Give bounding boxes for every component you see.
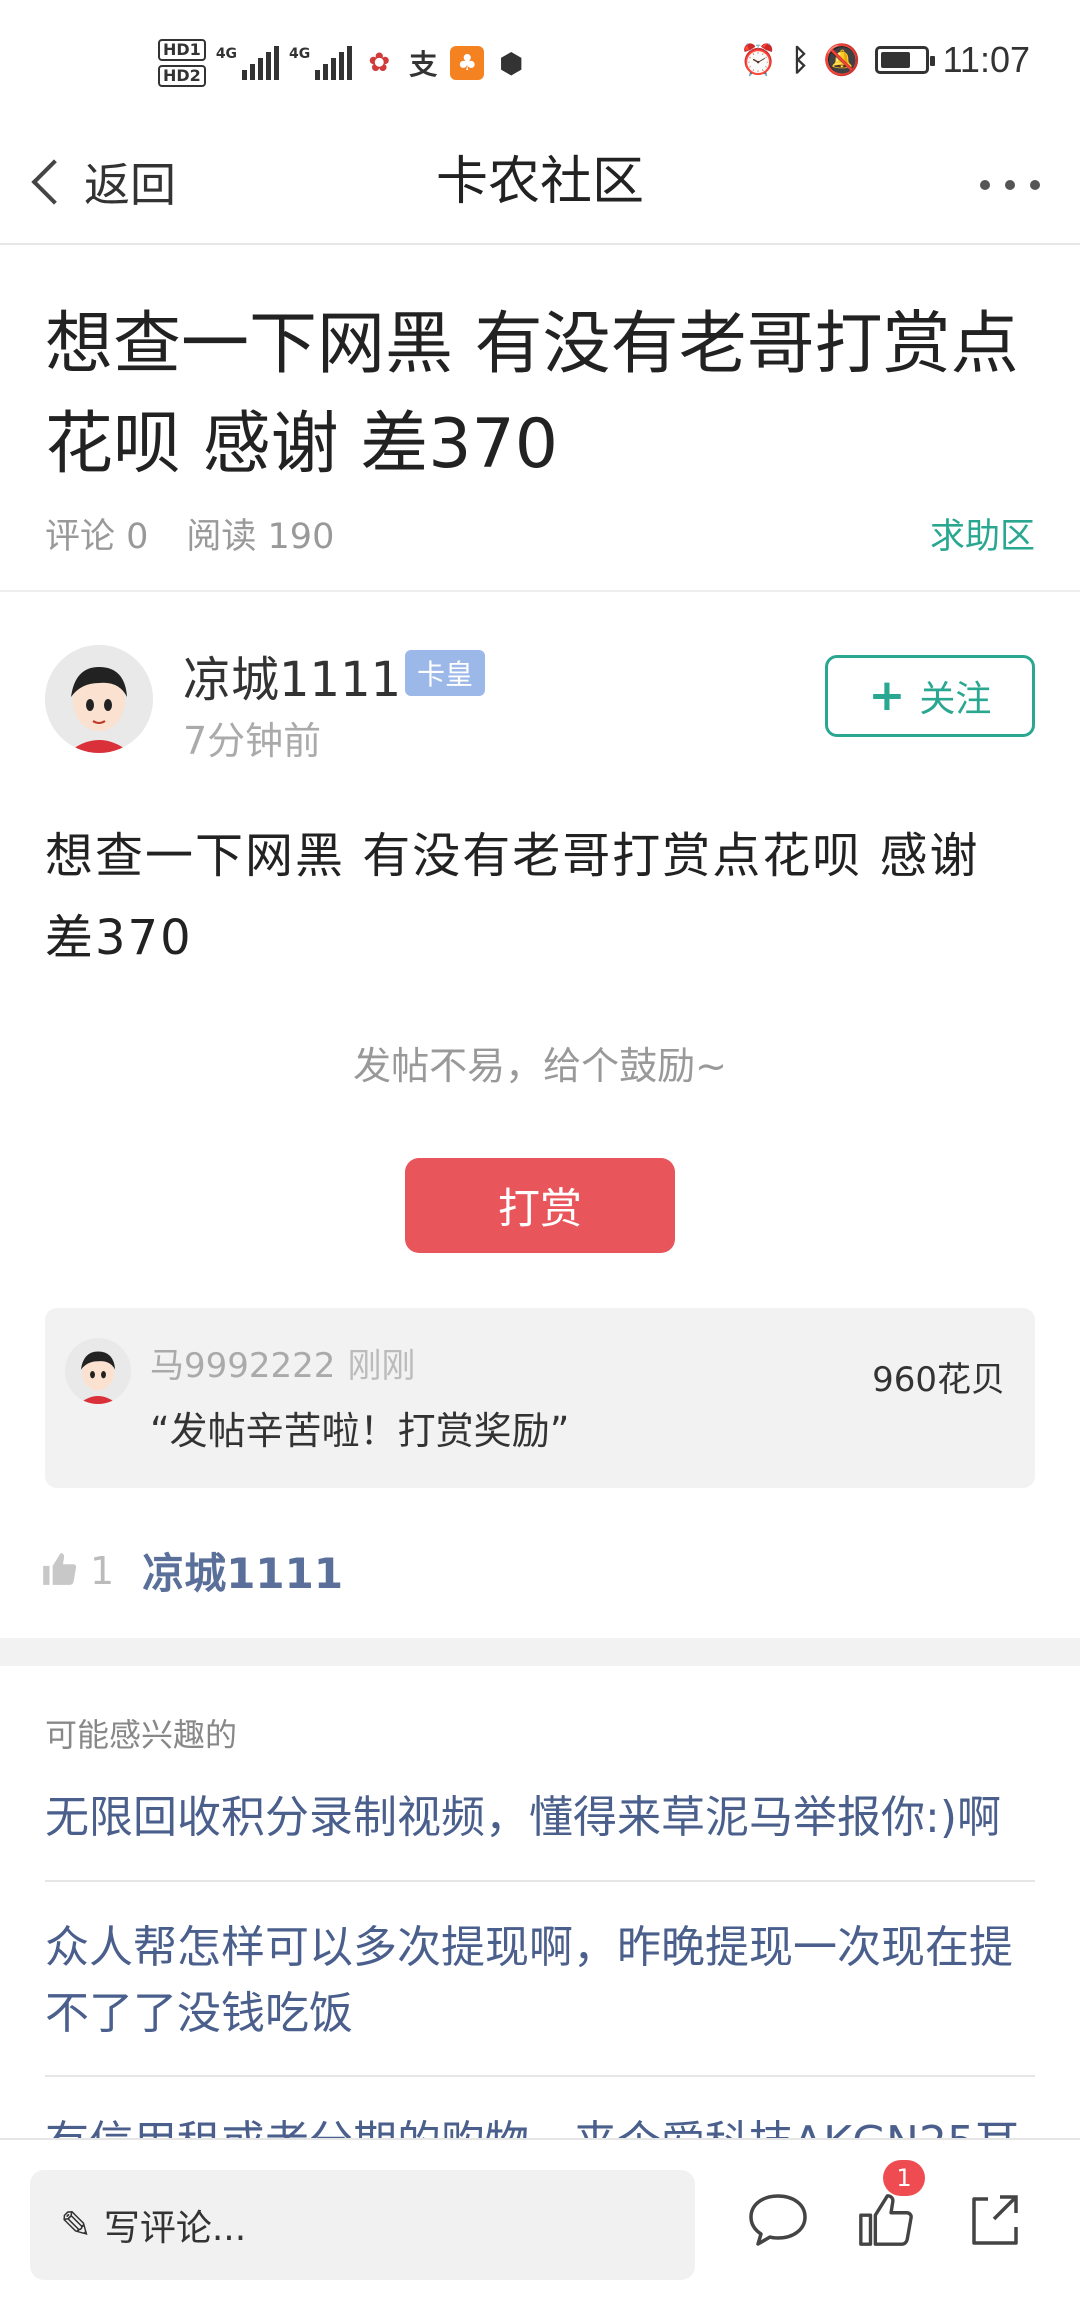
follow-label: 关注 — [919, 679, 992, 720]
follow-button[interactable]: + 关注 — [825, 655, 1035, 737]
section-divider — [0, 1638, 1080, 1666]
plus-icon: + — [868, 670, 906, 721]
mute-icon: 🔕 — [823, 42, 861, 78]
page-title: 卡农社区 — [435, 152, 644, 212]
status-right: ⏰ ᛒ 🔕 11:07 — [740, 30, 1030, 90]
alarm-icon: ⏰ — [739, 42, 778, 78]
recommend-header: 可能感兴趣的 — [45, 1716, 238, 1754]
reward-time: 刚刚 — [347, 1346, 416, 1386]
reward-amount: 960花贝 — [872, 1360, 1005, 1400]
post-meta: 评论 0 阅读 190 — [45, 508, 334, 559]
category-link[interactable]: 求助区 — [930, 508, 1035, 559]
recommend-item[interactable]: 众人帮怎样可以多次提现啊，昨晚提现一次现在提不了了没钱吃饭 — [45, 1915, 1035, 2047]
share-icon[interactable] — [955, 2180, 1035, 2260]
rewarder-info: 马9992222 刚刚 — [150, 1338, 415, 1387]
signal-icon-2: 4G — [289, 46, 353, 80]
app-notification-icon-orange: ♣ — [450, 46, 485, 80]
comment-bubble-icon[interactable] — [738, 2180, 818, 2260]
status-time: 11:07 — [942, 39, 1030, 80]
post-time: 7分钟前 — [183, 719, 322, 763]
post-title: 想查一下网黑 有没有老哥打赏点花呗 感谢 差370 — [45, 305, 1019, 484]
reward-button[interactable]: 打赏 — [405, 1158, 675, 1253]
status-bar: HD1 HD2 4G 4G ✿ 支 ♣ ⬢ ⏰ ᛒ 🔕 11:07 — [0, 0, 1080, 125]
author-badge: 卡皇 — [405, 650, 486, 696]
reward-message: “发帖辛苦啦！打赏奖励” — [150, 1409, 570, 1453]
thumbs-up-icon[interactable] — [40, 1550, 78, 1592]
hd1-label: HD1 — [158, 39, 206, 61]
author-name[interactable]: 凉城1111 — [183, 640, 401, 710]
divider — [45, 2075, 1035, 2077]
likes-count: 1 — [90, 1548, 115, 1593]
rewarder-name[interactable]: 马9992222 — [150, 1346, 335, 1386]
encourage-text: 发帖不易，给个鼓励~ — [353, 1044, 727, 1088]
nav-bar: 返回 卡农社区 — [0, 125, 1080, 245]
read-count: 阅读 190 — [186, 517, 335, 557]
bottom-bar: ✎ 写评论... 1 — [0, 2138, 1080, 2310]
comment-count: 评论 0 — [45, 517, 149, 557]
reward-record-card: 马9992222 刚刚 “发帖辛苦啦！打赏奖励” 960花贝 — [45, 1308, 1035, 1488]
comment-input[interactable]: ✎ 写评论... — [30, 2170, 695, 2280]
divider — [45, 1880, 1035, 1882]
hd2-label: HD2 — [158, 65, 206, 87]
battery-icon — [874, 46, 935, 74]
like-count-badge: 1 — [883, 2160, 925, 2196]
liker-name[interactable]: 凉城1111 — [142, 1540, 343, 1601]
post-body: 想查一下网黑 有没有老哥打赏点花呗 感谢 差370 — [45, 828, 980, 966]
more-options-icon[interactable] — [980, 165, 1040, 205]
pencil-icon: ✎ — [60, 2203, 92, 2247]
hd-indicator: HD1 HD2 — [158, 39, 206, 87]
recommend-item[interactable]: 无限回收积分录制视频，懂得来草泥马举报你:)啊 — [45, 1785, 1035, 1851]
alipay-notification-icon: 支 — [406, 46, 441, 81]
network-type-label: 4G — [215, 46, 238, 62]
status-left: HD1 HD2 4G 4G ✿ 支 ♣ ⬢ — [158, 28, 529, 98]
like-button[interactable]: 1 — [845, 2160, 925, 2260]
comment-placeholder: 写评论... — [103, 2208, 247, 2249]
rewarder-avatar[interactable] — [65, 1338, 131, 1404]
shield-notification-icon: ⬢ — [494, 46, 529, 80]
bluetooth-icon: ᛒ — [791, 42, 810, 78]
signal-icon: 4G — [215, 46, 280, 80]
likes-row: 1 凉城1111 — [40, 1540, 343, 1601]
author-avatar[interactable] — [45, 645, 153, 753]
app-notification-icon: ✿ — [362, 46, 397, 80]
network-type-label-2: 4G — [289, 46, 311, 62]
divider — [0, 590, 1080, 592]
